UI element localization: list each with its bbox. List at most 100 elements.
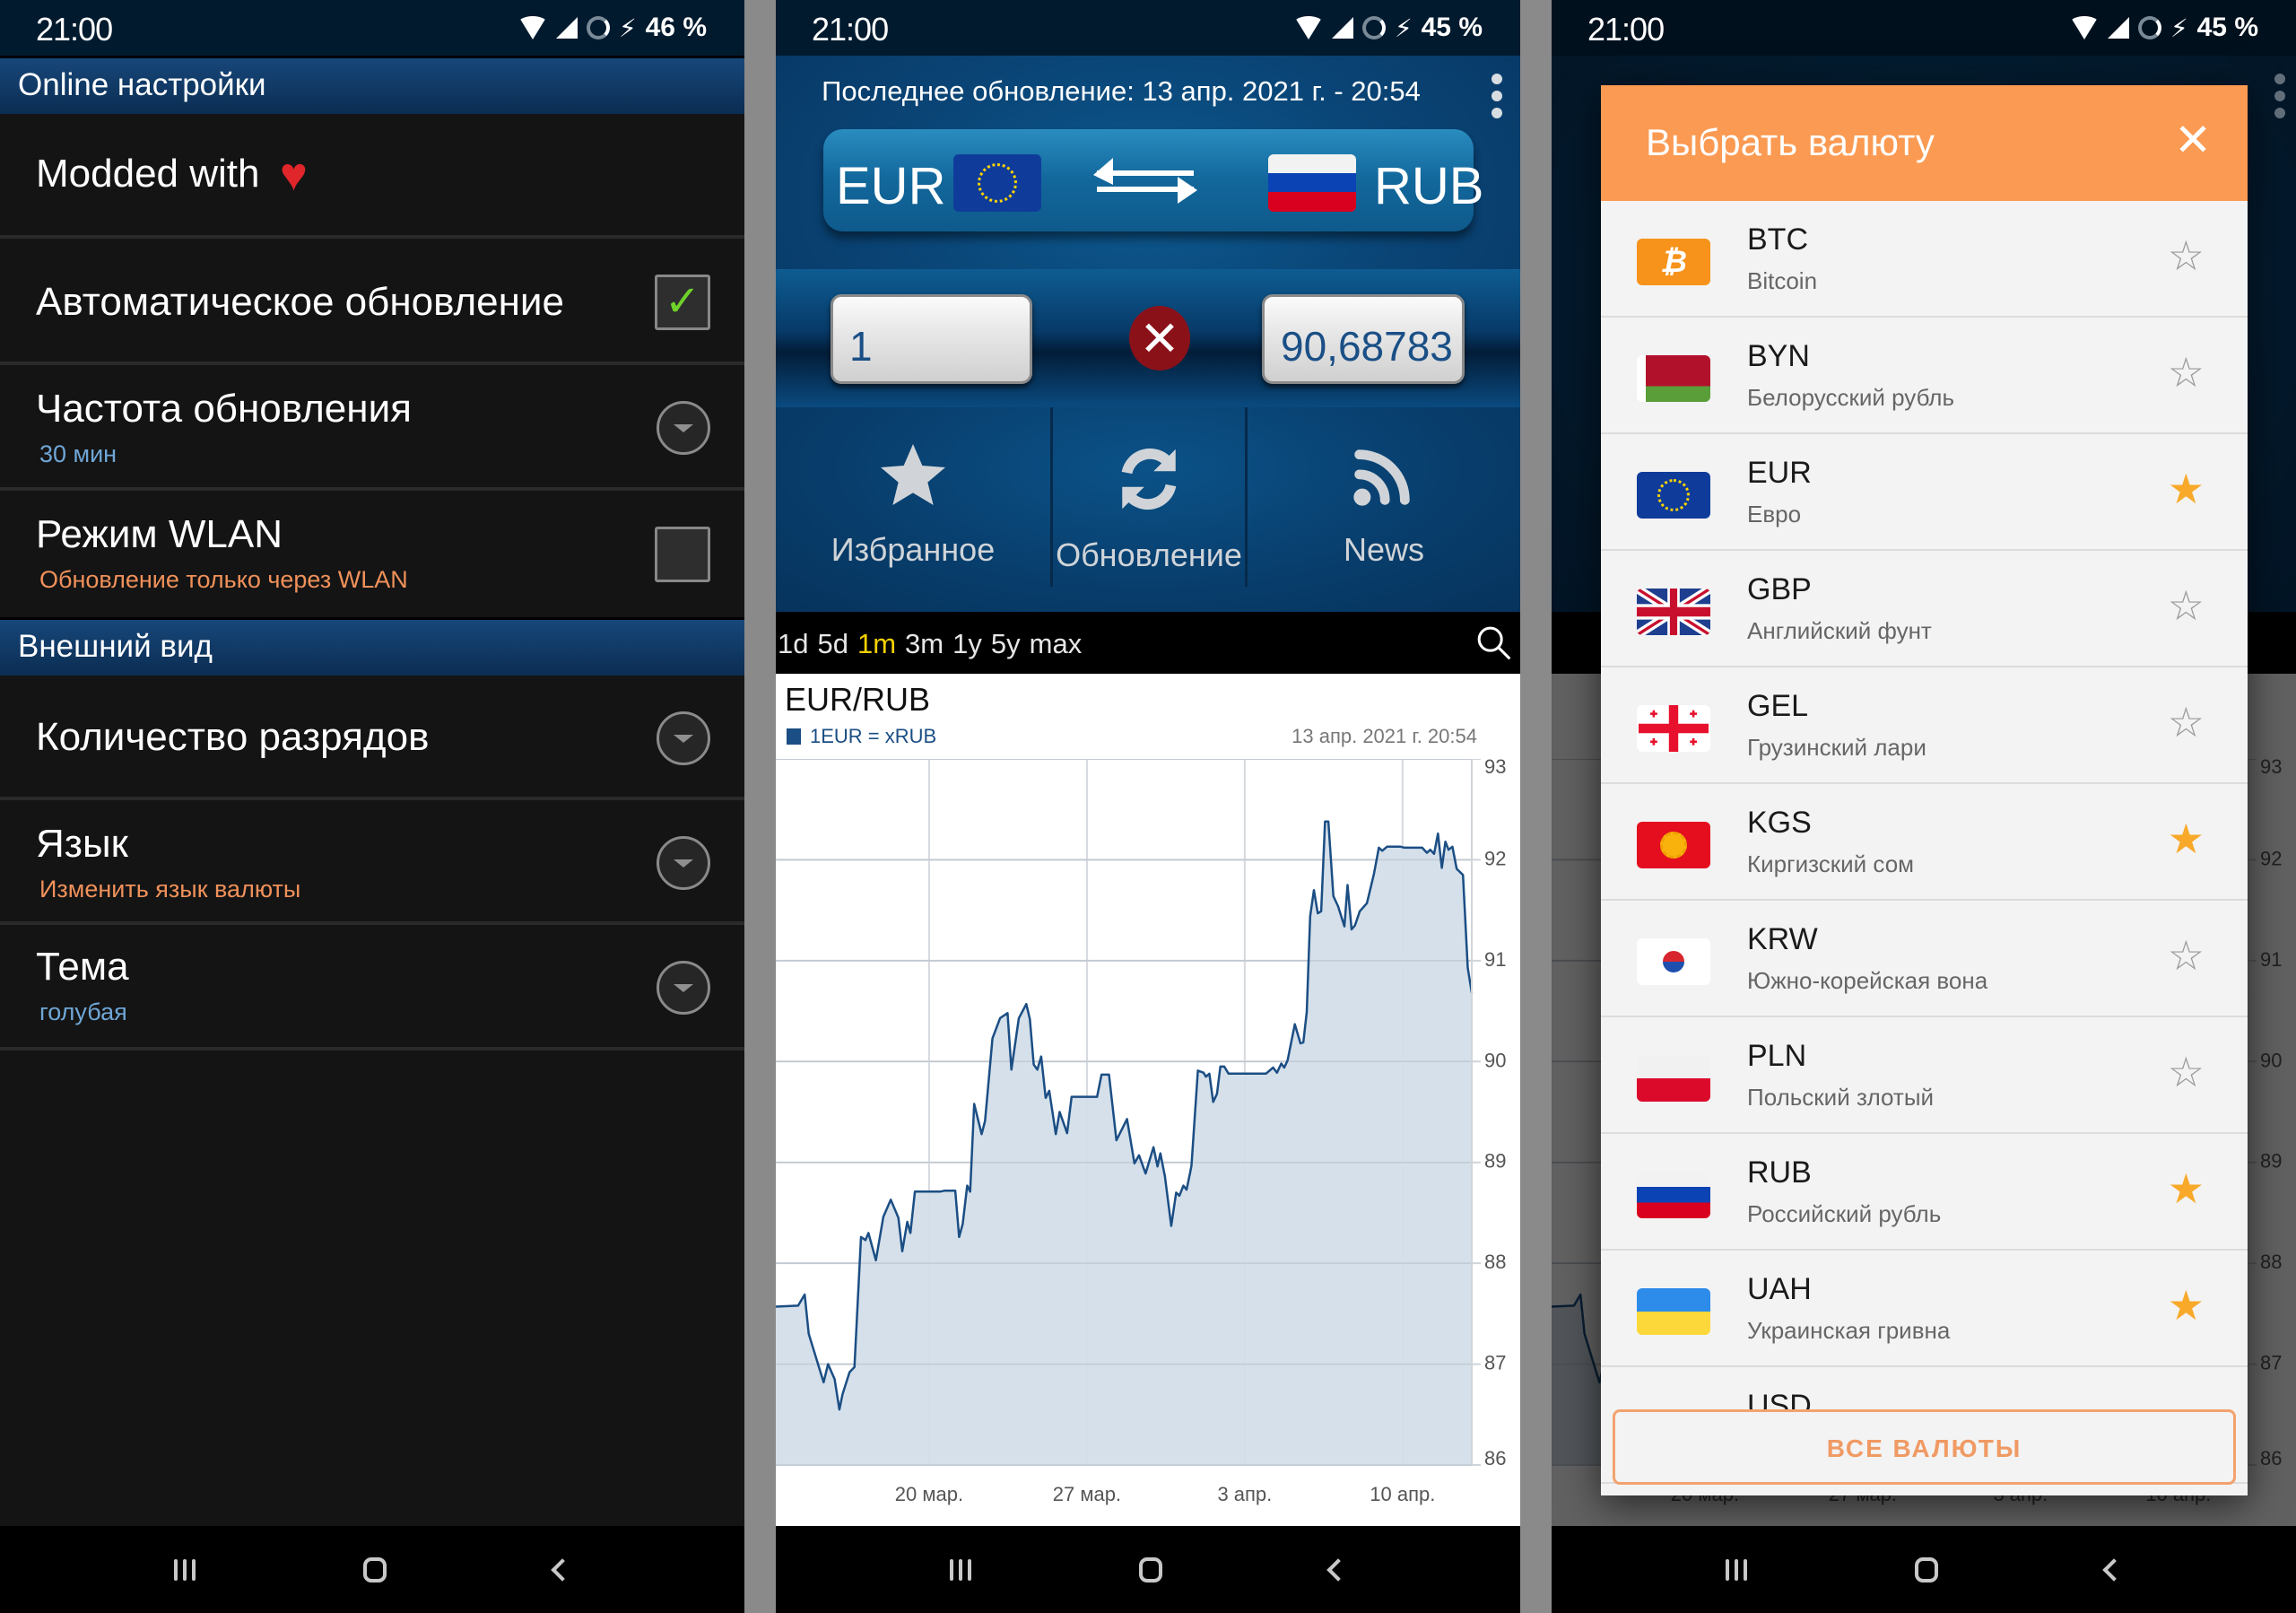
currency-row-kgs[interactable]: KGS Киргизский сом ★ bbox=[1601, 784, 2248, 901]
checkmark-icon: ✓ bbox=[664, 278, 701, 326]
range-1m[interactable]: 1m bbox=[857, 628, 896, 659]
currency-code: KRW bbox=[1747, 922, 1818, 956]
currency-name: Российский рубль bbox=[1747, 1200, 1942, 1227]
swap-currencies-icon[interactable] bbox=[1093, 158, 1197, 204]
more-options-icon bbox=[2274, 74, 2285, 118]
currency-code: KGS bbox=[1747, 806, 1812, 840]
clear-icon[interactable]: ✕ bbox=[1129, 306, 1190, 371]
star-icon bbox=[881, 444, 945, 505]
gb-flag-icon bbox=[1637, 589, 1710, 635]
star-filled-icon[interactable]: ★ bbox=[2168, 1285, 2205, 1326]
star-filled-icon[interactable]: ★ bbox=[2168, 468, 2205, 510]
pref-language[interactable]: Язык Изменить язык валюты bbox=[0, 800, 744, 925]
range-5y[interactable]: 5y bbox=[991, 628, 1021, 659]
pref-auto-update[interactable]: Автоматическое обновление ✓ bbox=[0, 239, 744, 365]
star-filled-icon[interactable]: ★ bbox=[2168, 1168, 2205, 1209]
x-tick-label: 20 мар. bbox=[895, 1483, 963, 1505]
charging-icon: ⚡ bbox=[618, 13, 637, 42]
home-button[interactable] bbox=[1138, 1556, 1162, 1582]
range-3m[interactable]: 3m bbox=[905, 628, 944, 659]
from-currency-button[interactable]: EUR bbox=[836, 156, 945, 216]
back-button[interactable] bbox=[551, 1557, 575, 1582]
pref-digits[interactable]: Количество разрядов bbox=[0, 676, 744, 800]
range-selector: 1d 5d 1m 3m 1y 5y max bbox=[776, 612, 1520, 674]
pref-title: Автоматическое обновление bbox=[36, 280, 564, 324]
signal-icon bbox=[2107, 17, 2129, 39]
back-button[interactable] bbox=[2102, 1557, 2126, 1582]
eu-flag-icon[interactable] bbox=[953, 154, 1041, 212]
recents-button[interactable] bbox=[1725, 1558, 1747, 1581]
currency-row-btc[interactable]: ₿ BTC Bitcoin ☆ bbox=[1601, 201, 2248, 318]
star-outline-icon[interactable]: ☆ bbox=[2168, 352, 2205, 393]
dropdown-icon[interactable] bbox=[657, 711, 710, 765]
currency-name: Английский фунт bbox=[1747, 617, 1932, 644]
pref-title: Режим WLAN bbox=[36, 512, 283, 556]
russia-flag-icon[interactable] bbox=[1268, 154, 1356, 212]
favorites-button[interactable]: Избранное bbox=[776, 407, 1050, 596]
status-time: 21:00 bbox=[36, 11, 113, 48]
wlan-checkbox[interactable] bbox=[655, 527, 710, 582]
currency-name: Украинская гривна bbox=[1747, 1317, 1951, 1344]
currency-row-uah[interactable]: UAH Украинская гривна ★ bbox=[1601, 1251, 2248, 1367]
star-outline-icon[interactable]: ☆ bbox=[2168, 585, 2205, 626]
back-button[interactable] bbox=[1326, 1557, 1351, 1582]
currency-row-byn[interactable]: BYN Белорусский рубль ☆ bbox=[1601, 318, 2248, 434]
exchange-rate-chart[interactable]: 86 87 88 89 90 91 92 93 20 мар. 27 мар. 3 апр. 10 а… bbox=[776, 759, 1520, 1523]
all-currencies-button[interactable]: ВСЕ ВАЛЮТЫ bbox=[1613, 1409, 2236, 1485]
pref-update-frequency[interactable]: Частота обновления 30 мин bbox=[0, 365, 744, 491]
dropdown-icon[interactable] bbox=[657, 961, 710, 1015]
currency-name: Евро bbox=[1747, 501, 1802, 527]
news-button[interactable]: News bbox=[1248, 407, 1520, 596]
currency-row-gel[interactable]: GEL Грузинский лари ☆ bbox=[1601, 667, 2248, 784]
status-bar: 21:00 ⚡ 46 % bbox=[0, 0, 744, 56]
dropdown-icon[interactable] bbox=[657, 836, 710, 890]
converter-screen: 21:00 ⚡ 45 % Последнее обновление: 13 ап… bbox=[776, 0, 1520, 1613]
star-outline-icon[interactable]: ☆ bbox=[2168, 1051, 2205, 1093]
y-tick-label: 89 bbox=[1484, 1150, 1506, 1173]
pref-theme[interactable]: Тема голубая bbox=[0, 925, 744, 1051]
auto-update-checkbox[interactable]: ✓ bbox=[655, 275, 710, 330]
star-outline-icon[interactable]: ☆ bbox=[2168, 235, 2205, 276]
star-outline-icon[interactable]: ☆ bbox=[2168, 702, 2205, 743]
pref-title: Тема bbox=[36, 945, 129, 989]
dialog-title: Выбрать валюту bbox=[1646, 121, 1935, 163]
search-icon[interactable] bbox=[1475, 624, 1511, 660]
currency-row-rub[interactable]: RUB Российский рубль ★ bbox=[1601, 1134, 2248, 1251]
wifi-icon bbox=[2069, 16, 2099, 39]
currency-row-eur[interactable]: EUR Евро ★ bbox=[1601, 434, 2248, 551]
dropdown-icon[interactable] bbox=[657, 401, 710, 455]
y-tick-label: 88 bbox=[1484, 1251, 1506, 1273]
star-outline-icon[interactable]: ☆ bbox=[2168, 935, 2205, 976]
pref-subtitle: Изменить язык валюты bbox=[39, 876, 301, 902]
currency-code: EUR bbox=[1747, 456, 1812, 490]
range-max[interactable]: max bbox=[1030, 628, 1083, 659]
wifi-icon bbox=[517, 16, 547, 39]
range-1y[interactable]: 1y bbox=[952, 628, 982, 659]
amount-input[interactable]: 1 bbox=[831, 294, 1032, 384]
y-tick-label: 90 bbox=[1484, 1049, 1506, 1071]
pref-modded[interactable]: Modded with ♥ bbox=[0, 114, 744, 239]
recents-button[interactable] bbox=[949, 1558, 971, 1581]
star-filled-icon[interactable]: ★ bbox=[2168, 818, 2205, 859]
currency-row-krw[interactable]: KRW Южно-корейская вона ☆ bbox=[1601, 901, 2248, 1017]
refresh-icon bbox=[1121, 448, 1177, 510]
home-button[interactable] bbox=[1914, 1556, 1938, 1582]
more-options-icon[interactable] bbox=[1492, 74, 1502, 118]
currency-name: Грузинский лари bbox=[1747, 734, 1926, 761]
x-tick-label: 10 апр. bbox=[1370, 1483, 1435, 1505]
to-currency-button[interactable]: RUB bbox=[1374, 156, 1483, 216]
pref-wlan[interactable]: Режим WLAN Обновление только через WLAN bbox=[0, 491, 744, 617]
range-1d[interactable]: 1d bbox=[778, 628, 808, 659]
recents-button[interactable] bbox=[173, 1558, 196, 1581]
close-icon[interactable]: ✕ bbox=[2174, 114, 2212, 166]
currency-row-pln[interactable]: PLN Польский злотый ☆ bbox=[1601, 1017, 2248, 1134]
currency-picker-screen: 21:00 ⚡ 45 % 868788899091929320 мар.27 м… bbox=[1552, 0, 2296, 1613]
currency-row-gbp[interactable]: GBP Английский фунт ☆ bbox=[1601, 551, 2248, 667]
refresh-button[interactable]: Обновление bbox=[1053, 407, 1245, 596]
result-field[interactable]: 90,68783 bbox=[1262, 294, 1465, 384]
range-5d[interactable]: 5d bbox=[817, 628, 848, 659]
currency-dialog: Выбрать валюту ✕ ₿ BTC Bitcoin ☆ BYN Белорусс… bbox=[1601, 85, 2248, 1495]
currency-code: BTC bbox=[1747, 222, 1808, 257]
section-header-online: Online настройки bbox=[0, 56, 744, 114]
home-button[interactable] bbox=[362, 1556, 387, 1582]
